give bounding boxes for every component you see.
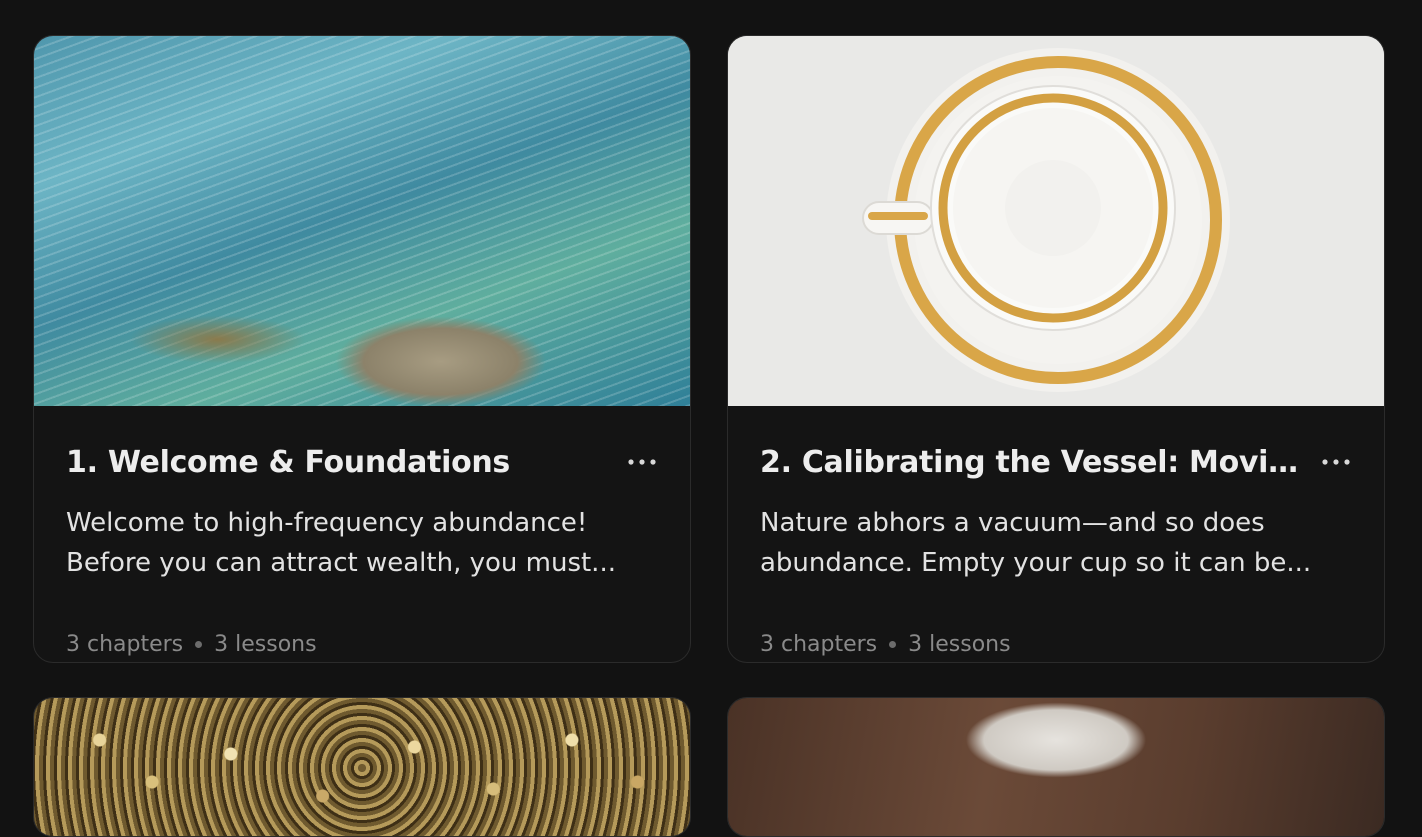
module-title-row: 2. Calibrating the Vessel: Moving ...: [760, 442, 1356, 482]
module-meta: 3 chapters 3 lessons: [760, 632, 1011, 657]
more-horizontal-icon[interactable]: [622, 442, 662, 482]
module-description: Welcome to high-frequency abundance! Bef…: [66, 508, 616, 578]
module-description: Nature abhors a vacuum—and so does abund…: [760, 508, 1312, 578]
module-title-row: 1. Welcome & Foundations: [66, 442, 662, 482]
desk-writing-image: [728, 698, 1384, 836]
separator-dot: [889, 641, 897, 648]
module-card-body: 2. Calibrating the Vessel: Moving ... Na…: [728, 406, 1384, 662]
lesson-count: 3 lessons: [214, 632, 317, 657]
module-grid: 1. Welcome & Foundations Welcome to high…: [0, 0, 1422, 837]
coins-image: [34, 698, 690, 836]
module-meta: 3 chapters 3 lessons: [66, 632, 317, 657]
module-card[interactable]: 1. Welcome & Foundations Welcome to high…: [33, 35, 691, 663]
teacup-image: [728, 36, 1384, 406]
module-card[interactable]: 2. Calibrating the Vessel: Moving ... Na…: [727, 35, 1385, 663]
module-title[interactable]: 1. Welcome & Foundations: [66, 445, 612, 480]
module-card-body: 1. Welcome & Foundations Welcome to high…: [34, 406, 690, 662]
module-title[interactable]: 2. Calibrating the Vessel: Moving ...: [760, 445, 1306, 480]
chapter-count: 3 chapters: [760, 632, 878, 657]
module-card[interactable]: [33, 697, 691, 837]
chapter-count: 3 chapters: [66, 632, 184, 657]
water-rocks-image: [34, 36, 690, 406]
module-card[interactable]: [727, 697, 1385, 837]
more-horizontal-icon[interactable]: [1316, 442, 1356, 482]
lesson-count: 3 lessons: [908, 632, 1011, 657]
separator-dot: [195, 641, 203, 648]
